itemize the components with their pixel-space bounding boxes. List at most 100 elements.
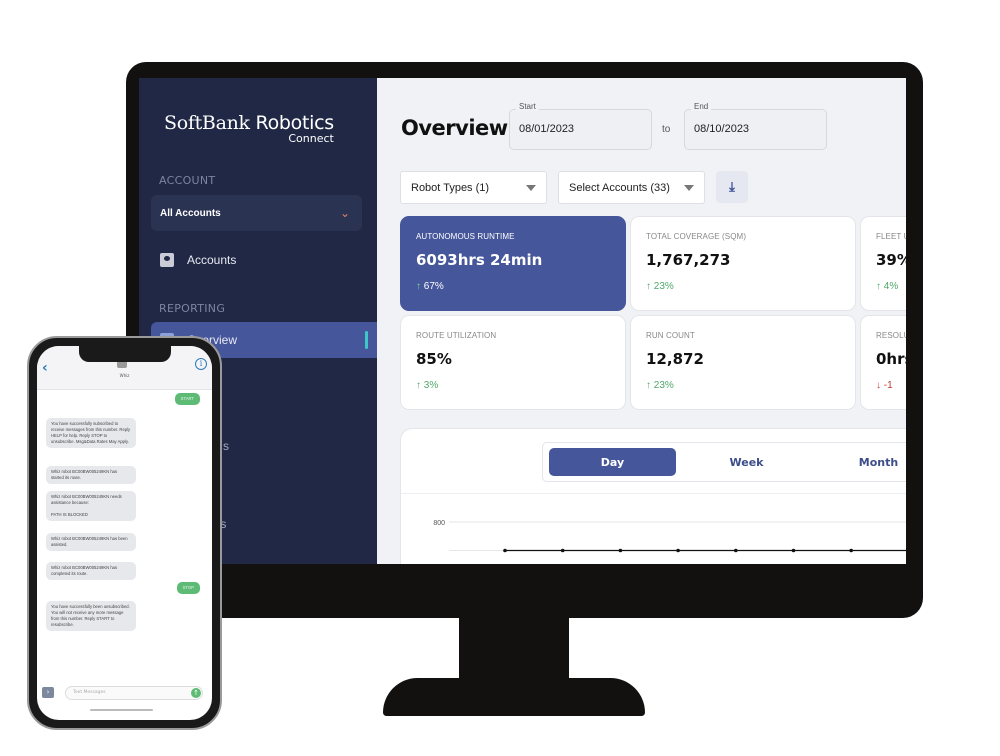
kpi-card-run-count[interactable]: RUN COUNT 12,872 ↑ 23% <box>630 315 856 410</box>
kpi-value: 0hrs <box>876 350 906 368</box>
kpi-value: 6093hrs 24min <box>416 251 543 269</box>
info-icon[interactable]: i <box>195 358 207 370</box>
kpi-value: 12,872 <box>646 350 704 368</box>
chart-line-point <box>791 548 796 553</box>
chart-line-point <box>560 548 565 553</box>
kpi-delta-value: 4% <box>883 281 899 292</box>
active-indicator <box>365 331 368 349</box>
chart-panel: Day Week Month 800600 <box>400 428 906 564</box>
tab-day[interactable]: Day <box>549 448 676 476</box>
user-card-icon <box>160 253 174 267</box>
main-content: Overview Start 08/01/2023 to End 08/10/2… <box>377 78 906 564</box>
kpi-value: 85% <box>416 350 452 368</box>
start-date-label: Start <box>516 102 539 111</box>
chart-line-point <box>503 548 507 553</box>
chevron-down-icon: ⌄ <box>339 206 350 220</box>
arrow-up-icon: ↑ <box>416 281 421 292</box>
kpi-title: TOTAL COVERAGE (SQM) <box>646 232 747 241</box>
message-input[interactable]: Text Messages ↑ <box>65 686 203 700</box>
message-input-placeholder: Text Messages <box>73 690 106 695</box>
kpi-card-total-coverage[interactable]: TOTAL COVERAGE (SQM) 1,767,273 ↑ 23% <box>630 216 856 311</box>
kpi-card-autonomous-runtime[interactable]: AUTONOMOUS RUNTIME 6093hrs 24min ↑ 67% <box>400 216 626 311</box>
kpi-title: RESOLU <box>876 331 906 340</box>
sidebar-item-label: Accounts <box>187 253 237 267</box>
monitor-stand-base <box>383 678 645 716</box>
received-message: Whiz robot BC00BW005249KN has completed … <box>46 562 136 580</box>
y-tick-label: 800 <box>433 520 445 527</box>
sidebar-item-label: s <box>223 439 229 453</box>
brand-name-bold: Robotics <box>255 112 335 134</box>
arrow-up-icon: ↑ <box>416 380 421 391</box>
page-title: Overview <box>401 116 508 140</box>
kpi-delta-value: 3% <box>423 380 439 391</box>
apps-button[interactable]: › <box>42 687 54 698</box>
dashboard-screen: SoftBank Robotics Connect ACCOUNT All Ac… <box>139 78 906 564</box>
download-button[interactable]: ⤓ <box>716 171 748 203</box>
received-message: Whiz robot BC00BW005249KN has been assis… <box>46 533 136 551</box>
sent-message: START <box>174 393 200 405</box>
chart-line-point <box>849 548 853 553</box>
reporting-section-label: REPORTING <box>159 302 226 315</box>
kpi-delta-value: 23% <box>653 380 674 391</box>
end-date-value: 08/10/2023 <box>694 123 750 135</box>
usage-chart: 800600 <box>433 520 906 553</box>
period-toggle: Day Week Month <box>542 442 906 482</box>
tab-week[interactable]: Week <box>683 448 810 476</box>
chart-line-point <box>734 548 738 553</box>
chart-line-point <box>618 548 623 553</box>
brand-logo[interactable]: SoftBank Robotics Connect <box>164 112 334 145</box>
received-message: Whiz robot BC00BW005249KN has started it… <box>46 466 136 484</box>
account-selector-value: All Accounts <box>160 207 221 219</box>
received-message: You have successfully been unsubscribed.… <box>46 601 136 631</box>
accounts-dropdown[interactable]: Select Accounts (33) <box>558 171 705 204</box>
kpi-title: FLEET U <box>876 232 906 241</box>
tab-month[interactable]: Month <box>815 448 906 476</box>
received-message: Whiz robot BC00BW005249KN needs assistan… <box>46 491 136 521</box>
sent-message: STOP <box>176 582 200 594</box>
kpi-delta-value: 67% <box>423 281 444 292</box>
kpi-delta: ↓ -1 <box>876 380 893 391</box>
kpi-delta: ↑ 23% <box>646 281 674 292</box>
start-date-field[interactable]: Start 08/01/2023 <box>509 102 652 150</box>
start-date-value: 08/01/2023 <box>519 123 575 135</box>
kpi-card-fleet-utilization[interactable]: FLEET U 39% ↑ 4% <box>860 216 906 311</box>
brand-name-regular: SoftBank <box>164 112 250 134</box>
account-selector[interactable]: All Accounts ⌄ <box>151 195 362 231</box>
kpi-title: AUTONOMOUS RUNTIME <box>416 232 515 241</box>
kpi-card-resolution-time[interactable]: RESOLU 0hrs ↓ -1 <box>860 315 906 410</box>
chart-line-point <box>676 548 680 553</box>
kpi-card-route-utilization[interactable]: ROUTE UTILIZATION 85% ↑ 3% <box>400 315 626 410</box>
kpi-delta-value: -1 <box>883 380 893 391</box>
arrow-up-icon: ↑ <box>646 281 651 292</box>
phone-screen: ‹ Whiz i START You have successfully subs… <box>37 346 212 720</box>
account-section-label: ACCOUNT <box>159 174 216 187</box>
kpi-delta: ↑ 4% <box>876 281 898 292</box>
end-date-field[interactable]: End 08/10/2023 <box>684 102 827 150</box>
phone-frame: ‹ Whiz i START You have successfully subs… <box>27 336 222 730</box>
arrow-up-icon: ↑ <box>876 281 881 292</box>
kpi-value: 39% <box>876 251 906 269</box>
kpi-title: ROUTE UTILIZATION <box>416 331 497 340</box>
home-indicator <box>90 709 153 711</box>
send-arrow-icon[interactable]: ↑ <box>191 688 201 698</box>
robot-types-dropdown[interactable]: Robot Types (1) <box>400 171 547 204</box>
date-separator: to <box>662 124 671 135</box>
kpi-title: RUN COUNT <box>646 331 695 340</box>
phone-notch <box>79 346 171 362</box>
received-message: You have successfully subscribed to rece… <box>46 418 136 448</box>
caret-down-icon <box>526 184 536 191</box>
kpi-delta: ↑ 3% <box>416 380 438 391</box>
kpi-value: 1,767,273 <box>646 251 731 269</box>
download-icon: ⤓ <box>729 179 735 195</box>
kpi-delta: ↑ 67% <box>416 281 444 292</box>
end-date-label: End <box>691 102 712 111</box>
arrow-down-icon: ↓ <box>876 380 881 391</box>
robot-types-label: Robot Types (1) <box>411 181 490 194</box>
contact-name: Whiz <box>119 373 130 378</box>
kpi-delta: ↑ 23% <box>646 380 674 391</box>
arrow-up-icon: ↑ <box>646 380 651 391</box>
accounts-label: Select Accounts (33) <box>569 181 670 194</box>
kpi-delta-value: 23% <box>653 281 674 292</box>
caret-down-icon <box>684 184 694 191</box>
sidebar-item-accounts[interactable]: Accounts <box>151 242 377 278</box>
